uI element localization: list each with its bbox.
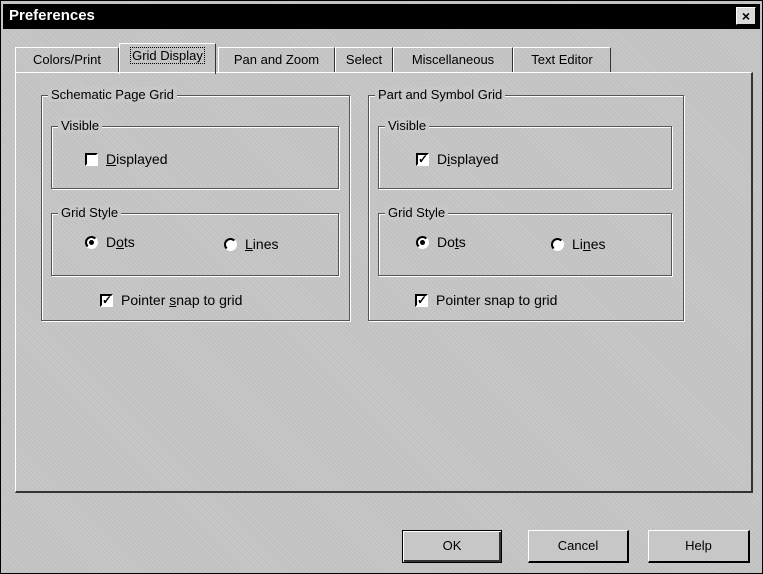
part-grid-style-group: Grid Style Dots Lines bbox=[378, 205, 672, 276]
schematic-visible-label: Visible bbox=[58, 118, 103, 133]
part-symbol-grid-group: Part and Symbol Grid Visible ✓ Displayed … bbox=[368, 87, 684, 321]
part-grid-style-label: Grid Style bbox=[385, 205, 449, 220]
radio-selected-dot bbox=[89, 240, 94, 245]
schematic-pointer-snap-checkbox[interactable]: ✓ Pointer snap to grid bbox=[100, 292, 242, 308]
help-button[interactable]: Help bbox=[648, 530, 750, 563]
preferences-dialog: Preferences × Colors/Print Grid Display … bbox=[0, 0, 763, 574]
check-mark-icon: ✓ bbox=[418, 152, 429, 166]
schematic-dots-radio[interactable]: Dots bbox=[85, 234, 135, 250]
ok-button[interactable]: OK bbox=[402, 530, 502, 563]
checkbox-empty bbox=[85, 153, 98, 166]
schematic-group-label: Schematic Page Grid bbox=[48, 87, 177, 102]
schematic-lines-radio[interactable]: Lines bbox=[224, 236, 278, 252]
grid-display-panel: Schematic Page Grid Visible Displayed Gr… bbox=[15, 72, 753, 493]
part-group-label: Part and Symbol Grid bbox=[375, 87, 506, 102]
tab-select[interactable]: Select bbox=[335, 47, 393, 73]
tab-colors-print[interactable]: Colors/Print bbox=[15, 47, 119, 73]
schematic-displayed-checkbox[interactable]: Displayed bbox=[85, 151, 168, 167]
part-pointer-snap-checkbox[interactable]: ✓ Pointer snap to grid bbox=[415, 292, 557, 308]
close-button[interactable]: × bbox=[736, 7, 756, 25]
tab-grid-display[interactable]: Grid Display bbox=[119, 43, 216, 74]
close-icon: × bbox=[741, 8, 751, 24]
part-dots-radio[interactable]: Dots bbox=[416, 234, 466, 250]
schematic-page-grid-group: Schematic Page Grid Visible Displayed Gr… bbox=[41, 87, 350, 321]
cancel-button[interactable]: Cancel bbox=[528, 530, 629, 563]
radio-selected-dot bbox=[420, 240, 425, 245]
check-mark-icon: ✓ bbox=[417, 293, 428, 307]
schematic-grid-style-label: Grid Style bbox=[58, 205, 122, 220]
part-visible-label: Visible bbox=[385, 118, 430, 133]
part-lines-radio[interactable]: Lines bbox=[551, 236, 606, 252]
schematic-grid-style-group: Grid Style Dots Lines bbox=[51, 205, 339, 276]
tab-pan-and-zoom[interactable]: Pan and Zoom bbox=[218, 47, 335, 73]
schematic-visible-group: Visible Displayed bbox=[51, 118, 339, 189]
title-bar[interactable]: Preferences × bbox=[3, 4, 760, 29]
part-displayed-checkbox[interactable]: ✓ Displayed bbox=[416, 151, 499, 167]
check-mark-icon: ✓ bbox=[102, 293, 113, 307]
window-title: Preferences bbox=[9, 7, 95, 24]
tab-miscellaneous[interactable]: Miscellaneous bbox=[393, 47, 513, 73]
part-visible-group: Visible ✓ Displayed bbox=[378, 118, 672, 189]
tab-text-editor[interactable]: Text Editor bbox=[513, 47, 611, 73]
